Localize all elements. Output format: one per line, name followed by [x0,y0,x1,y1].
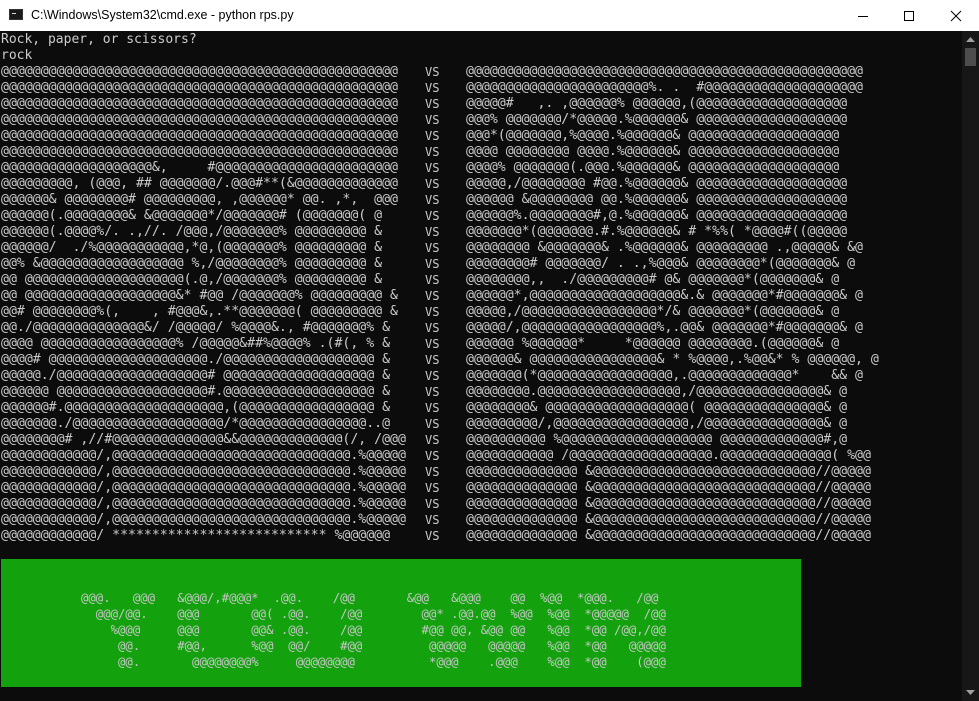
vs-label: VS [425,465,440,479]
vs-label: VS [425,209,440,223]
console-output[interactable]: Rock, paper, or scissors? rock @@@@@@@@@… [0,31,962,701]
vs-label: VS [425,65,440,79]
vs-label: VS [425,417,440,431]
window-title: C:\Windows\System32\cmd.exe - python rps… [31,8,294,22]
vs-label: VS [425,369,440,383]
vs-label: VS [425,193,440,207]
vertical-scrollbar[interactable] [962,31,979,701]
scroll-up-button[interactable] [962,31,979,48]
vs-label: VS [425,401,440,415]
maximize-button[interactable] [886,0,932,31]
vs-label: VS [425,177,440,191]
vs-label: VS [425,385,440,399]
computer-ascii-art: @@@@@@@@@@@@@@@@@@@@@@@@@@@@@@@@@@@@@@@@… [466,64,879,543]
vs-label: VS [425,529,440,543]
vs-label: VS [425,97,440,111]
vs-label: VS [425,433,440,447]
vs-label: VS [425,113,440,127]
vs-label: VS [425,241,440,255]
minimize-icon [858,15,868,17]
vs-label: VS [425,449,440,463]
vs-label: VS [425,321,440,335]
vs-label: VS [425,513,440,527]
cmd-icon[interactable] [9,9,23,20]
scroll-down-icon [966,690,975,695]
close-icon [950,10,962,21]
title-bar: C:\Windows\System32\cmd.exe - python rps… [0,0,979,31]
vs-label: VS [425,257,440,271]
vs-label: VS [425,497,440,511]
maximize-icon [904,10,914,21]
vs-label: VS [425,353,440,367]
vs-label: VS [425,289,440,303]
scroll-up-icon [966,37,975,42]
scroll-thumb[interactable] [965,48,976,66]
vs-label: VS [425,225,440,239]
minimize-button[interactable] [840,0,886,31]
prompt-text: Rock, paper, or scissors? [1,32,197,47]
user-input-text: rock [1,48,33,63]
vs-label: VS [425,481,440,495]
player-ascii-art: @@@@@@@@@@@@@@@@@@@@@@@@@@@@@@@@@@@@@@@@… [1,64,406,543]
vs-label: VS [425,273,440,287]
result-banner-text: @@@. @@@ &@@@/,#@@@* .@@. /@@ &@@ &@@@ @… [81,591,666,669]
vs-label: VS [425,337,440,351]
scroll-down-button[interactable] [962,684,979,701]
vs-label: VS [425,305,440,319]
close-button[interactable] [933,0,979,31]
vs-label: VS [425,161,440,175]
vs-label: VS [425,81,440,95]
vs-label: VS [425,129,440,143]
result-banner: @@@. @@@ &@@@/,#@@@* .@@. /@@ &@@ &@@@ @… [1,559,801,687]
vs-label: VS [425,145,440,159]
